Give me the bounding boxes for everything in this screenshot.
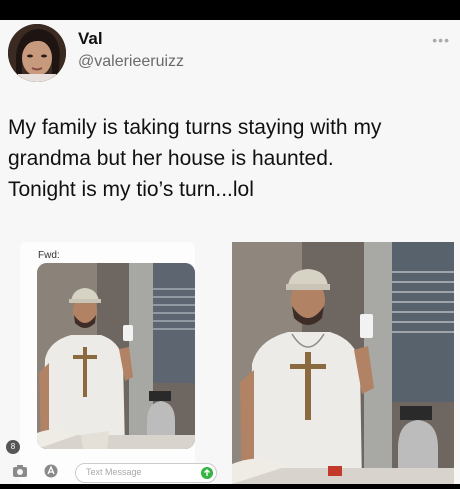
top-black-bar (0, 0, 460, 20)
tweet-text-line: Tonight is my tio’s turn...lol (8, 178, 254, 201)
mirror-selfie-photo[interactable] (37, 263, 195, 449)
mirror-selfie-photo-enlarged[interactable] (232, 242, 454, 484)
tweet-card: Val @valerieeruizz ••• My family is taki… (0, 20, 460, 484)
send-arrow-icon[interactable] (201, 467, 213, 479)
author-handle[interactable]: @valerieeruizz (78, 53, 184, 71)
camera-icon[interactable] (12, 464, 28, 478)
fwd-label: Fwd: (38, 250, 60, 261)
tweet-text-line: My family is taking turns staying with m… (8, 116, 382, 139)
tweet-text-line: grandma but her house is haunted. (8, 147, 334, 170)
avatar[interactable] (8, 24, 66, 82)
ellipsis-icon[interactable]: ••• (432, 32, 450, 48)
author-name[interactable]: Val (78, 29, 103, 49)
bottom-black-bar (0, 484, 460, 489)
text-message-placeholder: Text Message (86, 467, 142, 477)
message-screenshot[interactable]: Fwd: (20, 242, 195, 484)
tweet-text: My family is taking turns staying with m… (8, 112, 454, 205)
unread-count-badge: 8 (6, 440, 20, 454)
app-store-icon[interactable] (43, 464, 59, 478)
text-message-input[interactable]: Text Message (75, 463, 217, 483)
